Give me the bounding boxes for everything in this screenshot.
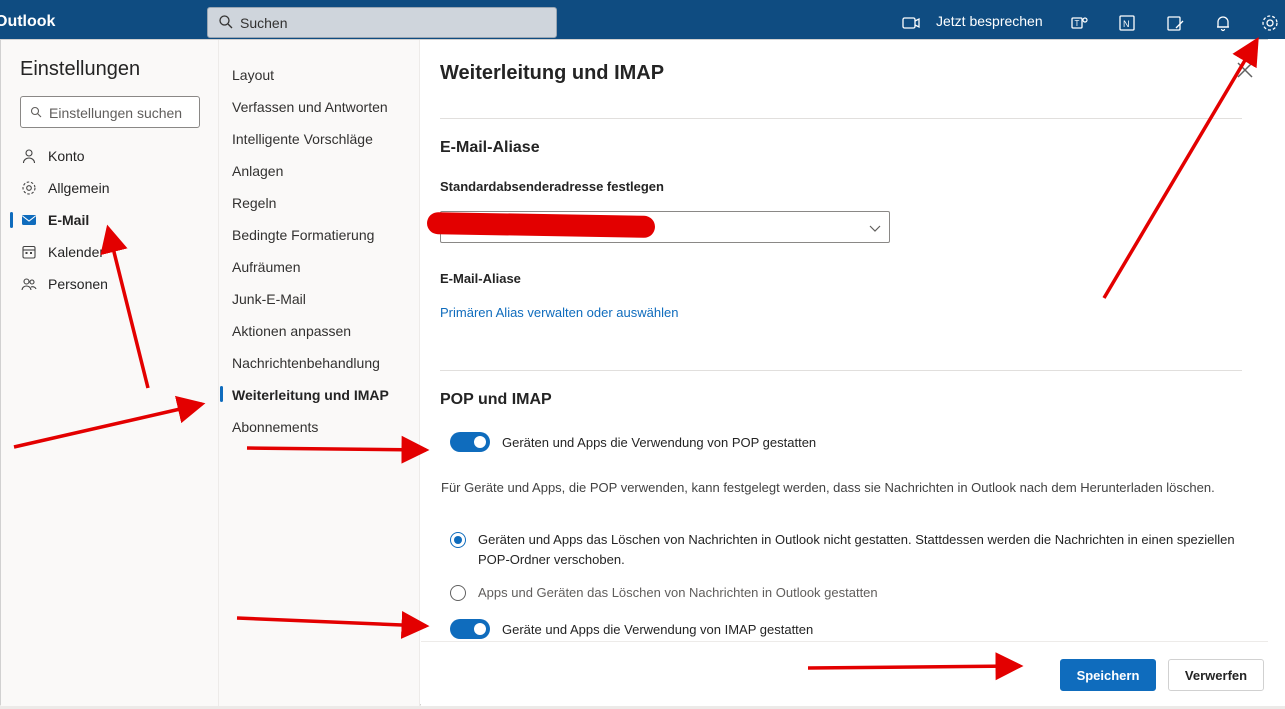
meet-now-icon[interactable] [900, 12, 922, 34]
manage-alias-link[interactable]: Primären Alias verwalten oder auswählen [440, 305, 678, 320]
settings-gear-icon[interactable] [1259, 12, 1281, 34]
subcategory-weiterleitung-imap[interactable]: Weiterleitung und IMAP [232, 387, 389, 403]
category-label: Konto [48, 148, 85, 164]
settings-search-input[interactable]: Einstellungen suchen [20, 96, 200, 128]
dialog-footer: Speichern Verwerfen [421, 641, 1285, 706]
radio-allow-delete-label[interactable]: Apps und Geräten das Löschen von Nachric… [478, 583, 1238, 603]
search-icon [219, 15, 233, 29]
radio-allow-delete[interactable] [450, 585, 466, 601]
global-search-box[interactable]: Suchen [207, 7, 557, 38]
category-label: Allgemein [48, 180, 110, 196]
email-aliases-label: E-Mail-Aliase [440, 271, 521, 286]
notes-edit-icon[interactable] [1164, 12, 1186, 34]
calendar-icon [22, 245, 36, 259]
subcategory-anlagen[interactable]: Anlagen [232, 163, 283, 179]
discard-button[interactable]: Verwerfen [1168, 659, 1264, 691]
subcategory-formatierung[interactable]: Bedingte Formatierung [232, 227, 374, 243]
settings-category-pane: Einstellungen Einstellungen suchen Konto… [1, 40, 219, 706]
gear-icon [22, 181, 36, 195]
section-divider [440, 370, 1242, 371]
subcategory-aktionen[interactable]: Aktionen anpassen [232, 323, 351, 339]
toggle-knob [474, 623, 486, 635]
settings-title: Einstellungen [20, 58, 141, 80]
pop-toggle[interactable] [450, 432, 490, 452]
subcategory-verfassen[interactable]: Verfassen und Antworten [232, 99, 388, 115]
svg-text:N: N [1123, 19, 1130, 29]
bell-icon[interactable] [1212, 12, 1234, 34]
subcategory-layout[interactable]: Layout [232, 67, 274, 83]
radio-disallow-delete-label[interactable]: Geräten und Apps das Löschen von Nachric… [478, 530, 1238, 570]
onenote-icon[interactable]: N [1116, 12, 1138, 34]
section-divider [440, 118, 1242, 119]
global-search-placeholder: Suchen [240, 15, 288, 31]
settings-dialog: Einstellungen Einstellungen suchen Konto… [0, 39, 1285, 706]
subcategory-selection-indicator [220, 386, 223, 402]
person-icon [22, 149, 36, 164]
category-email[interactable]: E-Mail [1, 205, 219, 235]
subcategory-junk[interactable]: Junk-E-Mail [232, 291, 306, 307]
close-icon[interactable] [1235, 60, 1255, 80]
subcategory-regeln[interactable]: Regeln [232, 195, 276, 211]
pop-toggle-label: Geräten und Apps die Verwendung von POP … [502, 435, 817, 450]
email-aliases-heading: E-Mail-Aliase [440, 139, 540, 156]
pop-imap-heading: POP und IMAP [440, 391, 552, 408]
category-kalender[interactable]: Kalender [1, 237, 219, 267]
subcategory-aufraeumen[interactable]: Aufräumen [232, 259, 300, 275]
radio-disallow-delete[interactable] [450, 532, 466, 548]
category-personen[interactable]: Personen [1, 269, 219, 299]
save-button[interactable]: Speichern [1060, 659, 1156, 691]
default-sender-label: Standardabsenderadresse festlegen [440, 179, 664, 194]
subcategory-abonnements[interactable]: Abonnements [232, 419, 318, 435]
subcategory-nachrichtenbehandlung[interactable]: Nachrichtenbehandlung [232, 355, 380, 371]
app-brand[interactable]: Outlook [0, 13, 55, 31]
redaction-mark [426, 212, 656, 238]
teams-icon[interactable]: T [1068, 12, 1090, 34]
settings-content-pane: Weiterleitung und IMAP E-Mail-Aliase Sta… [421, 40, 1285, 706]
svg-text:T: T [1075, 19, 1080, 28]
category-label: E-Mail [48, 212, 90, 228]
mail-icon [22, 215, 36, 225]
background-mail-strip [1268, 39, 1285, 705]
category-konto[interactable]: Konto [1, 141, 219, 171]
subcategory-vorschlaege[interactable]: Intelligente Vorschläge [232, 131, 373, 147]
imap-toggle-label: Geräte und Apps die Verwendung von IMAP … [502, 622, 814, 637]
page-title: Weiterleitung und IMAP [440, 62, 665, 84]
toggle-knob [474, 436, 486, 448]
people-icon [21, 278, 37, 291]
settings-search-placeholder: Einstellungen suchen [49, 105, 183, 121]
selection-indicator [10, 212, 13, 228]
chevron-down-icon [869, 225, 881, 232]
search-icon [30, 106, 42, 118]
category-label: Personen [48, 276, 108, 292]
imap-toggle[interactable] [450, 619, 490, 639]
category-label: Kalender [48, 244, 105, 260]
category-allgemein[interactable]: Allgemein [1, 173, 219, 203]
meet-now-button[interactable]: Jetzt besprechen [936, 13, 1043, 29]
pop-description: Für Geräte und Apps, die POP verwenden, … [441, 480, 1215, 495]
